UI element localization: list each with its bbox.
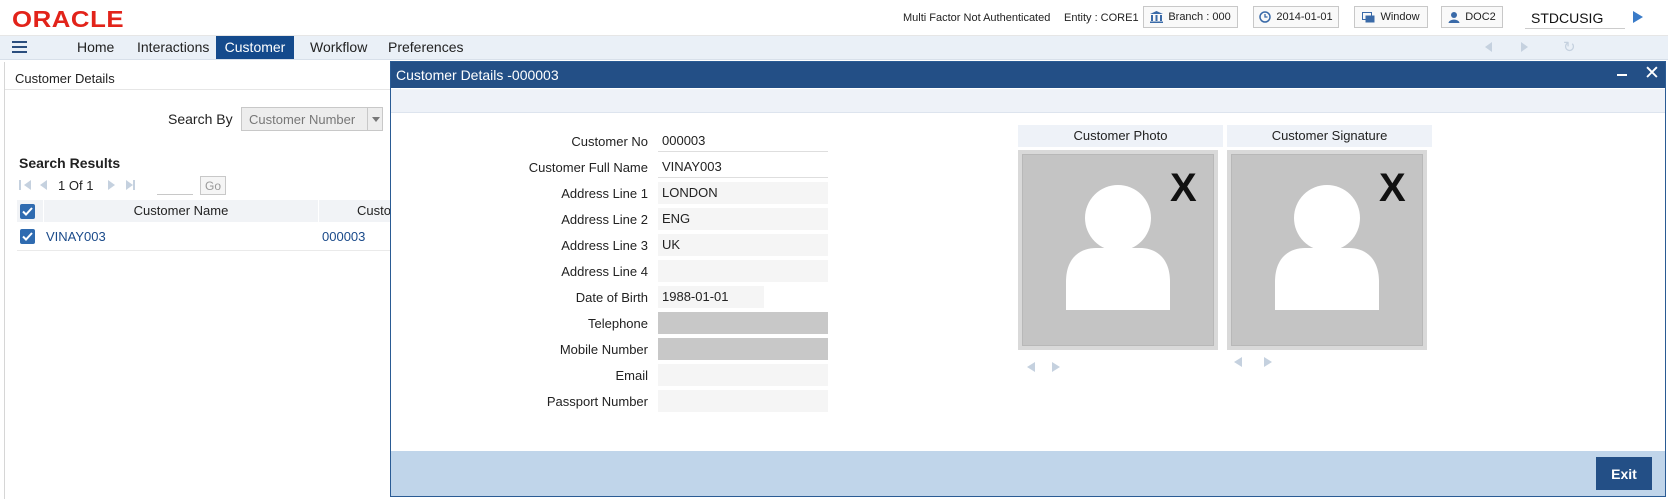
next-page-icon[interactable] bbox=[108, 180, 115, 190]
chevron-down-icon[interactable] bbox=[367, 107, 383, 131]
search-by-select[interactable]: Customer Number bbox=[241, 107, 383, 131]
passport-number-field[interactable] bbox=[658, 390, 828, 412]
mobile-number-field[interactable] bbox=[658, 338, 828, 360]
user-label: DOC2 bbox=[1465, 11, 1496, 23]
address-line-1-field[interactable]: LONDON bbox=[658, 182, 828, 204]
entity-label: Entity : CORE1 bbox=[1064, 12, 1139, 24]
menu-icon[interactable] bbox=[12, 41, 27, 53]
customer-signature-title: Customer Signature bbox=[1227, 125, 1432, 147]
label-customer-full-name: Customer Full Name bbox=[528, 160, 648, 175]
label-passport-number: Passport Number bbox=[546, 394, 648, 409]
customer-no-field[interactable]: 000003 bbox=[658, 130, 828, 152]
dialog-subheader bbox=[391, 89, 1665, 113]
page-current: 1 bbox=[58, 178, 66, 193]
signature-prev-icon[interactable] bbox=[1234, 357, 1242, 367]
label-address-line-2: Address Line 2 bbox=[561, 212, 648, 227]
screen-title: Customer Details bbox=[15, 71, 115, 86]
nav-home[interactable]: Home bbox=[65, 36, 126, 59]
page-number-input[interactable] bbox=[157, 177, 193, 195]
column-customer-number[interactable]: Custo bbox=[318, 200, 398, 222]
last-page-icon[interactable] bbox=[126, 180, 133, 190]
placeholder-person-icon: X bbox=[1066, 166, 1197, 310]
branch-label: Branch : 000 bbox=[1168, 11, 1231, 23]
window-button[interactable]: Window bbox=[1354, 6, 1428, 28]
customer-photo[interactable]: X bbox=[1018, 150, 1218, 350]
close-icon[interactable]: ✕ bbox=[1644, 64, 1660, 84]
nav-back-icon[interactable] bbox=[1485, 42, 1492, 52]
last-page-icon-bar bbox=[133, 180, 135, 190]
date-button[interactable]: 2014-01-01 bbox=[1253, 6, 1339, 28]
label-date-of-birth: Date of Birth bbox=[575, 290, 648, 305]
prev-page-icon[interactable] bbox=[40, 180, 47, 190]
divider bbox=[5, 89, 395, 90]
window-label: Window bbox=[1380, 11, 1420, 23]
label-address-line-3: Address Line 3 bbox=[561, 238, 648, 253]
address-line-4-field[interactable] bbox=[658, 260, 828, 282]
search-results-title: Search Results bbox=[19, 155, 121, 171]
search-by-label: Search By bbox=[168, 111, 233, 127]
user-icon bbox=[1448, 11, 1460, 23]
exit-button[interactable]: Exit bbox=[1596, 457, 1652, 490]
page-of: Of bbox=[68, 178, 83, 193]
nav-preferences[interactable]: Preferences bbox=[376, 36, 475, 59]
branch-button[interactable]: Branch : 000 bbox=[1143, 6, 1238, 28]
dialog-header bbox=[391, 62, 1665, 88]
nav-forward-icon[interactable] bbox=[1521, 42, 1528, 52]
dialog-title: Customer Details -000003 bbox=[396, 67, 559, 83]
label-address-line-1: Address Line 1 bbox=[561, 186, 648, 201]
label-customer-no: Customer No bbox=[571, 134, 648, 149]
photo-next-icon[interactable] bbox=[1052, 362, 1060, 372]
nav-interactions[interactable]: Interactions bbox=[125, 36, 221, 59]
label-telephone: Telephone bbox=[588, 316, 648, 331]
customer-photo-title: Customer Photo bbox=[1018, 125, 1223, 147]
page-indicator: 1 Of 1 bbox=[58, 178, 93, 193]
user-button[interactable]: DOC2 bbox=[1441, 6, 1503, 28]
nav-workflow[interactable]: Workflow bbox=[298, 36, 379, 59]
arrow-right-icon[interactable] bbox=[1633, 11, 1643, 23]
first-page-icon-bar bbox=[19, 180, 21, 190]
clock-icon bbox=[1259, 11, 1272, 23]
select-all-checkbox[interactable] bbox=[20, 204, 35, 219]
go-button[interactable]: Go bbox=[200, 176, 226, 195]
cell-customer-number[interactable]: 000003 bbox=[322, 229, 365, 244]
svg-text:X: X bbox=[1379, 166, 1406, 210]
first-page-icon[interactable] bbox=[24, 180, 31, 190]
window-icon bbox=[1362, 11, 1375, 23]
mfa-status: Multi Factor Not Authenticated bbox=[903, 12, 1051, 24]
date-of-birth-field[interactable]: 1988-01-01 bbox=[658, 286, 764, 308]
customer-signature[interactable]: X bbox=[1227, 150, 1427, 350]
cell-customer-name[interactable]: VINAY003 bbox=[46, 229, 106, 244]
svg-text:X: X bbox=[1170, 166, 1197, 210]
refresh-icon[interactable]: ↻ bbox=[1563, 38, 1576, 56]
photo-prev-icon[interactable] bbox=[1027, 362, 1035, 372]
date-label: 2014-01-01 bbox=[1276, 11, 1333, 23]
placeholder-person-icon: X bbox=[1275, 166, 1406, 310]
email-field[interactable] bbox=[658, 364, 828, 386]
telephone-field[interactable] bbox=[658, 312, 828, 334]
column-customer-name[interactable]: Customer Name bbox=[43, 200, 318, 222]
oracle-logo: ORACLE bbox=[12, 6, 125, 32]
function-id-input[interactable]: STDCUSIG bbox=[1525, 7, 1625, 29]
minimize-icon[interactable] bbox=[1617, 74, 1627, 76]
address-line-2-field[interactable]: ENG bbox=[658, 208, 828, 230]
nav-customer[interactable]: Customer bbox=[216, 36, 294, 59]
label-mobile-number: Mobile Number bbox=[559, 342, 648, 357]
dialog-footer bbox=[391, 451, 1665, 496]
signature-next-icon[interactable] bbox=[1264, 357, 1272, 367]
customer-full-name-field[interactable]: VINAY003 bbox=[658, 156, 828, 178]
address-line-3-field[interactable]: UK bbox=[658, 234, 828, 256]
label-email: Email bbox=[615, 368, 648, 383]
bank-icon bbox=[1150, 11, 1164, 23]
label-address-line-4: Address Line 4 bbox=[561, 264, 648, 279]
page-total: 1 bbox=[86, 178, 94, 193]
row-checkbox[interactable] bbox=[20, 229, 35, 244]
